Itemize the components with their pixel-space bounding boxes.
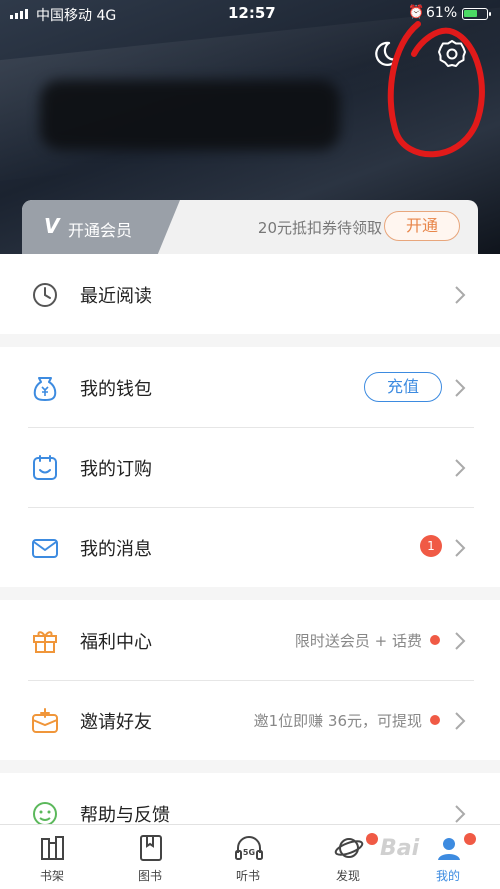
tab-books[interactable]: 图书 [100,825,200,889]
chevron-right-icon [455,539,466,557]
headphones-5g-icon: 5G [235,836,263,860]
vip-banner[interactable]: V 开通会员 20元抵扣券待领取 开通 [22,200,478,254]
obscured-user-info [40,80,340,150]
open-vip-button[interactable]: 开通 [384,211,460,241]
welfare-promo: 限时送会员 + 话费 [295,630,440,651]
clock: 12:57 [228,4,276,22]
chevron-right-icon [455,805,466,823]
subscriptions-item[interactable]: 我的订购 [0,427,500,507]
chevron-right-icon [455,632,466,650]
wallet-icon [33,377,57,401]
tab-label: 发现 [335,869,360,883]
recent-reading-label: 最近阅读 [80,286,152,307]
recharge-button[interactable]: 充值 [364,372,442,402]
notification-dot [464,833,476,845]
tab-label: 我的 [435,869,460,883]
tab-label: 书架 [39,869,64,883]
svg-text:5G: 5G [243,848,255,857]
notification-dot [366,833,378,845]
tab-label: 听书 [235,869,260,883]
invite-promo: 邀1位即赚 36元，可提现 [254,710,440,731]
invite-envelope-icon [32,708,58,733]
profile-icon [438,838,460,860]
invite-friends-label: 邀请好友 [80,712,152,733]
night-mode-icon[interactable] [372,40,400,68]
planet-icon [334,838,364,858]
status-bar: 中国移动 4G 12:57 ⏰ 61% [0,0,500,28]
battery-percent: 61% [426,5,458,21]
welfare-center-item[interactable]: 福利中心 限时送会员 + 话费 [0,600,500,680]
vip-promo-text: 20元抵扣券待领取 [257,219,382,237]
gift-icon [33,631,57,653]
watermark: Bai [380,836,420,861]
vip-logo: V [44,214,60,238]
book-icon [140,835,162,861]
chevron-right-icon [455,379,466,397]
messages-label: 我的消息 [80,539,152,560]
chevron-right-icon [455,712,466,730]
welfare-center-label: 福利中心 [80,632,152,653]
vip-label: 开通会员 [68,221,133,240]
subscription-icon [33,455,57,480]
bottom-tab-bar: 书架 图书 5G 听书 发现 我的 [0,824,500,889]
notification-dot [430,715,440,725]
subscriptions-label: 我的订购 [80,459,152,480]
bookshelf-icon [41,836,64,860]
menu-group-reading: 最近阅读 [0,254,500,334]
wallet-label: 我的钱包 [80,379,152,400]
vip-badge: V 开通会员 [22,200,180,254]
battery-icon [462,8,491,20]
chevron-right-icon [455,286,466,304]
signal-icon [10,9,28,19]
wallet-item[interactable]: 我的钱包 充值 [0,347,500,427]
mail-icon [32,539,58,558]
recent-reading-item[interactable]: 最近阅读 [0,254,500,334]
tab-bookshelf[interactable]: 书架 [2,825,102,889]
alarm-icon: ⏰ [408,5,425,20]
chevron-right-icon [455,459,466,477]
menu-group-rewards: 福利中心 限时送会员 + 话费 邀请好友 邀1位即赚 36元，可提现 [0,600,500,760]
clock-icon [33,283,57,307]
invite-friends-item[interactable]: 邀请好友 邀1位即赚 36元，可提现 [0,680,500,760]
carrier-label: 中国移动 4G [36,8,117,24]
tab-label: 图书 [137,869,162,883]
notification-dot [430,635,440,645]
messages-item[interactable]: 我的消息 1 [0,507,500,587]
message-count-badge: 1 [420,535,442,557]
settings-icon[interactable] [436,38,468,70]
menu-group-account: 我的钱包 充值 我的订购 我的消息 1 [0,347,500,587]
tab-audiobooks[interactable]: 5G 听书 [198,825,298,889]
